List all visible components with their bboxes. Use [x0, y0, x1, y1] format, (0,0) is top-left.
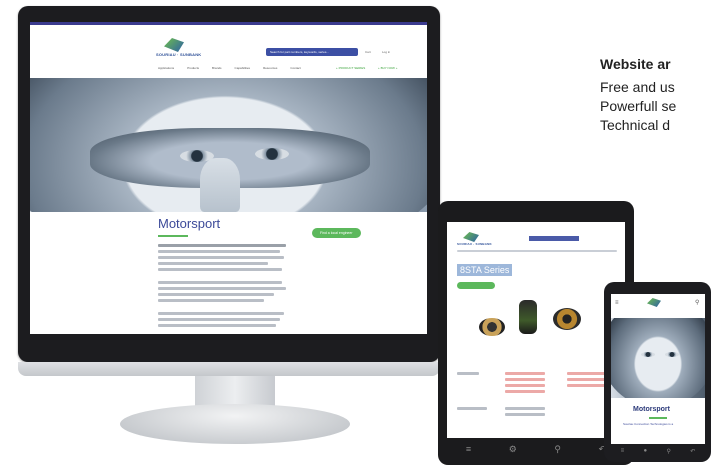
phone-back-key-icon[interactable]: ↶	[690, 448, 695, 455]
right-eye	[255, 148, 289, 160]
tablet-nav-bar: ≡ ⚙ ⚲ ↶	[447, 438, 625, 460]
text-line	[505, 390, 545, 393]
nav-applications[interactable]: Applications	[158, 66, 174, 70]
logo-mark-icon	[164, 38, 184, 52]
site-top-line	[30, 22, 427, 25]
cart-link[interactable]: Cart	[365, 50, 371, 54]
tablet-search-input[interactable]	[529, 236, 579, 241]
phone-search-key-icon[interactable]: ⚲	[667, 448, 671, 455]
find-engineer-button[interactable]: Find a local engineer	[312, 228, 361, 238]
text-line	[158, 293, 274, 296]
nav-contact[interactable]: Contact	[290, 66, 300, 70]
monitor-screen: SOURIAU · SUNBANK Search for part number…	[30, 22, 427, 334]
search-icon[interactable]: ⚲	[554, 444, 561, 455]
title-underline	[158, 235, 188, 237]
page-title: Motorsport	[158, 216, 221, 231]
phone-right-eye	[665, 352, 679, 357]
text-line	[505, 413, 545, 416]
connector-image-1	[479, 318, 505, 336]
text-line	[567, 372, 607, 375]
text-line	[505, 384, 545, 387]
text-line	[158, 268, 282, 271]
text-line	[158, 312, 284, 315]
text-line	[457, 372, 479, 375]
feature-line-3: Technical d	[600, 117, 671, 133]
text-line	[158, 250, 280, 253]
text-line	[158, 244, 286, 247]
feature-line-1: Free and us	[600, 79, 675, 95]
monitor-chin	[18, 362, 440, 376]
nav-buy-now[interactable]: + BUY NOW +	[378, 66, 397, 70]
phone-helmet-shape	[611, 318, 705, 398]
text-line	[158, 281, 282, 284]
feature-heading: Website ar	[600, 56, 671, 72]
menu-icon[interactable]: ≡	[466, 444, 471, 454]
login-link[interactable]: Log in	[382, 50, 390, 54]
nav-product-series[interactable]: + PRODUCT SERIES	[336, 66, 365, 70]
phone-hero-image	[611, 318, 705, 398]
connector-image-3	[553, 308, 581, 330]
text-line	[158, 287, 286, 290]
logo-text: SOURIAU · SUNBANK	[156, 52, 202, 57]
phone-footer-text: Souriau Connection Technologies is a	[623, 422, 674, 426]
nav-capabilities[interactable]: Capabilities	[235, 66, 251, 70]
text-line	[505, 372, 545, 375]
phone-title-underline	[649, 417, 667, 419]
connector-image-2	[519, 300, 537, 334]
site-search-input[interactable]: Search for part numbers, keywords, serie…	[266, 48, 358, 56]
phone-left-eye	[641, 352, 655, 357]
site-nav: Applications Products Brands Capabilitie…	[158, 66, 301, 70]
phone-search-icon[interactable]: ⚲	[695, 299, 699, 306]
tablet-screen: SOURIAU · SUNBANK 8STA Series	[447, 222, 625, 438]
text-line	[505, 407, 545, 410]
content-paragraphs	[158, 244, 288, 334]
feature-line-2: Powerfull se	[600, 98, 677, 114]
tablet-logo[interactable]: SOURIAU · SUNBANK	[457, 232, 492, 246]
text-line	[505, 378, 545, 381]
phone-nav-bar: ≡ ● ⚲ ↶	[611, 444, 705, 458]
text-line	[158, 256, 284, 259]
series-title: 8STA Series	[457, 264, 513, 276]
text-line	[457, 407, 487, 410]
text-line	[158, 299, 264, 302]
nav-resources[interactable]: Resources	[263, 66, 277, 70]
nav-products[interactable]: Products	[187, 66, 199, 70]
text-line	[567, 378, 607, 381]
settings-icon[interactable]: ⚙	[509, 444, 517, 455]
text-line	[158, 324, 276, 327]
text-line	[158, 262, 268, 265]
tablet-spec-list	[457, 372, 617, 419]
phone-menu-icon[interactable]: ≡	[615, 300, 619, 306]
phone-screen: ≡ ⚲ Motorsport Souriau Connection Techno…	[611, 294, 705, 444]
phone-logo-icon[interactable]	[647, 298, 661, 307]
text-line	[567, 384, 607, 387]
tablet-green-button[interactable]	[457, 282, 495, 289]
nav-brands[interactable]: Brands	[212, 66, 222, 70]
logo-mark-icon	[463, 232, 479, 242]
site-logo[interactable]: SOURIAU · SUNBANK	[156, 38, 201, 57]
phone-page-title: Motorsport	[633, 406, 670, 413]
tablet-nav	[457, 250, 617, 252]
text-line	[158, 318, 280, 321]
tablet-logo-text: SOURIAU · SUNBANK	[457, 242, 492, 246]
nose-shape	[200, 158, 240, 212]
monitor-stand-base	[120, 404, 350, 444]
hero-image	[30, 78, 427, 212]
phone-home-key-icon[interactable]: ●	[644, 448, 648, 454]
phone-menu-key-icon[interactable]: ≡	[621, 448, 625, 454]
